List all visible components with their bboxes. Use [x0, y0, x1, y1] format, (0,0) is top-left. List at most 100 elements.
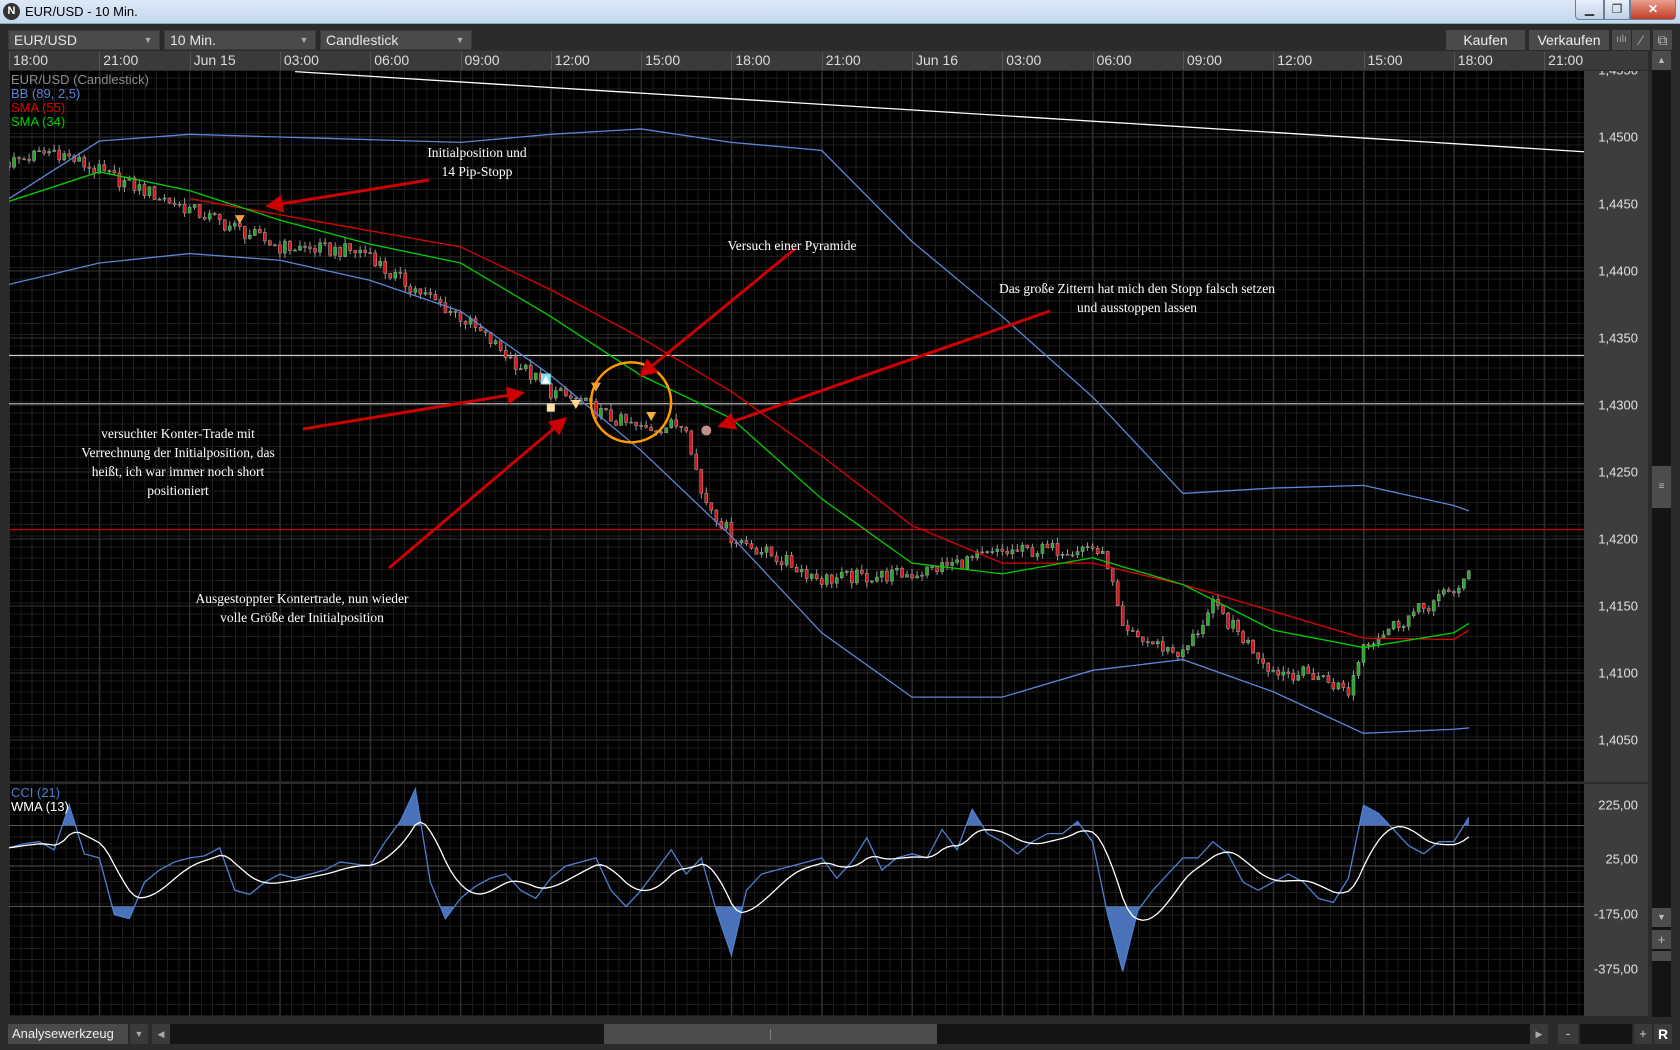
- zoom-slider[interactable]: [1580, 1024, 1632, 1044]
- price-chart[interactable]: EUR/USD (Candlestick) BB (89, 2,5) SMA (…: [9, 71, 1584, 782]
- candle: [1441, 587, 1446, 598]
- candle-up: [1186, 645, 1190, 650]
- candle-down: [1135, 631, 1140, 638]
- horizontal-scrollbar[interactable]: ◀ | ▶: [152, 1024, 1548, 1044]
- candle: [313, 244, 317, 257]
- candle: [197, 203, 202, 219]
- scroll-right-button[interactable]: ▶: [1530, 1024, 1548, 1044]
- candle: [794, 564, 799, 573]
- chart-type-select[interactable]: Candlestick ▼: [320, 30, 472, 50]
- price-axis-label: 1,4200: [1598, 531, 1638, 547]
- candle: [749, 540, 754, 550]
- candle-down: [749, 543, 754, 549]
- candle-down: [1426, 608, 1431, 612]
- candle-down: [1446, 589, 1451, 592]
- horizontal-scroll-thumb[interactable]: |: [604, 1024, 937, 1044]
- candle-up: [890, 569, 894, 582]
- candle: [990, 546, 995, 555]
- panel-splitter[interactable]: [1652, 951, 1671, 961]
- candle-down: [860, 569, 864, 574]
- analysis-tool-select[interactable]: Analysewerkzeug: [8, 1024, 128, 1044]
- scroll-down-button[interactable]: ▼: [1652, 908, 1671, 927]
- interval-select[interactable]: 10 Min. ▼: [164, 30, 316, 50]
- candle-up: [1441, 589, 1446, 595]
- candle-down: [368, 252, 373, 255]
- candle-down: [789, 555, 794, 568]
- candle: [503, 344, 508, 361]
- price-axis[interactable]: 1,4550 1,4500 1,4450 1,4400 1,4350 1,4300 1,42…: [1584, 71, 1648, 782]
- candle-down: [1251, 639, 1255, 654]
- tick-chart-button[interactable]: ıılı: [1612, 30, 1631, 50]
- candle-down: [288, 240, 292, 251]
- detach-window-button[interactable]: ⧉: [1653, 30, 1672, 50]
- candle-up: [895, 568, 899, 571]
- zoom-out-button[interactable]: -: [1558, 1024, 1578, 1044]
- candle: [1095, 545, 1100, 556]
- candle: [1070, 551, 1075, 558]
- candle: [12, 152, 16, 170]
- minimize-button[interactable]: ▁: [1575, 0, 1604, 20]
- candle-up: [1416, 603, 1421, 613]
- candle-down: [27, 158, 31, 161]
- maximize-button[interactable]: ❐: [1604, 0, 1630, 20]
- candle: [900, 566, 904, 578]
- candle: [1286, 667, 1291, 679]
- zoom-in-button[interactable]: +: [1634, 1024, 1652, 1044]
- candle: [890, 565, 894, 586]
- candle-up: [1462, 578, 1466, 589]
- candle-down: [438, 299, 443, 304]
- candle: [1436, 589, 1441, 607]
- candle-down: [263, 232, 267, 242]
- candle-up: [1381, 634, 1386, 639]
- candle-down: [829, 574, 834, 584]
- candle-down: [498, 340, 503, 351]
- cci-axis[interactable]: 225,00 25,00 -175,00 -375,00: [1584, 784, 1648, 1016]
- candle-down: [42, 150, 46, 154]
- candle: [834, 573, 839, 589]
- candle: [303, 241, 307, 253]
- candle-down: [970, 556, 975, 558]
- candle: [212, 212, 217, 216]
- add-panel-button[interactable]: +: [1652, 930, 1671, 949]
- symbol-select[interactable]: EUR/USD ▼: [8, 30, 160, 50]
- candle-up: [920, 574, 924, 577]
- cci-chart[interactable]: CCI (21) WMA (13): [9, 784, 1584, 1016]
- close-button[interactable]: ✕: [1630, 0, 1676, 20]
- candle-down: [1331, 682, 1336, 690]
- candle: [769, 546, 774, 557]
- candle: [112, 164, 117, 176]
- price-axis-label: 1,4550: [1598, 71, 1638, 78]
- analysis-tool-dropdown[interactable]: ▼: [130, 1024, 148, 1044]
- candle-up: [62, 153, 66, 161]
- candle-down: [1346, 687, 1351, 696]
- candle-down: [453, 310, 458, 313]
- candle-up: [1211, 598, 1215, 614]
- draw-line-button[interactable]: ⁄: [1632, 30, 1650, 50]
- candle: [1341, 679, 1346, 692]
- candle-down: [819, 578, 824, 585]
- chevron-up-icon: ▲: [1657, 55, 1666, 65]
- scroll-up-button[interactable]: ▲: [1652, 51, 1671, 70]
- candle-down: [1161, 641, 1165, 652]
- candle-up: [809, 573, 814, 579]
- candle: [232, 220, 237, 230]
- candle: [739, 538, 744, 546]
- candle-down: [1306, 666, 1311, 674]
- candle: [1161, 636, 1165, 656]
- chevron-down-icon: ▼: [455, 35, 465, 45]
- buy-button[interactable]: Kaufen: [1446, 30, 1525, 50]
- candle-down: [1140, 636, 1145, 642]
- chevron-left-icon: ◀: [157, 1029, 165, 1039]
- candle-up: [559, 388, 563, 392]
- scroll-left-button[interactable]: ◀: [152, 1024, 170, 1044]
- candle-up: [1060, 554, 1065, 556]
- vertical-scrollbar[interactable]: [1652, 51, 1671, 1017]
- candle: [32, 149, 36, 163]
- vertical-scroll-thumb[interactable]: ≡: [1652, 466, 1671, 508]
- sell-button[interactable]: Verkaufen: [1529, 30, 1609, 50]
- reset-button[interactable]: R: [1654, 1024, 1672, 1044]
- candle-up: [508, 356, 513, 359]
- candle: [839, 567, 844, 580]
- candle: [1010, 544, 1015, 560]
- candle-down: [674, 419, 679, 427]
